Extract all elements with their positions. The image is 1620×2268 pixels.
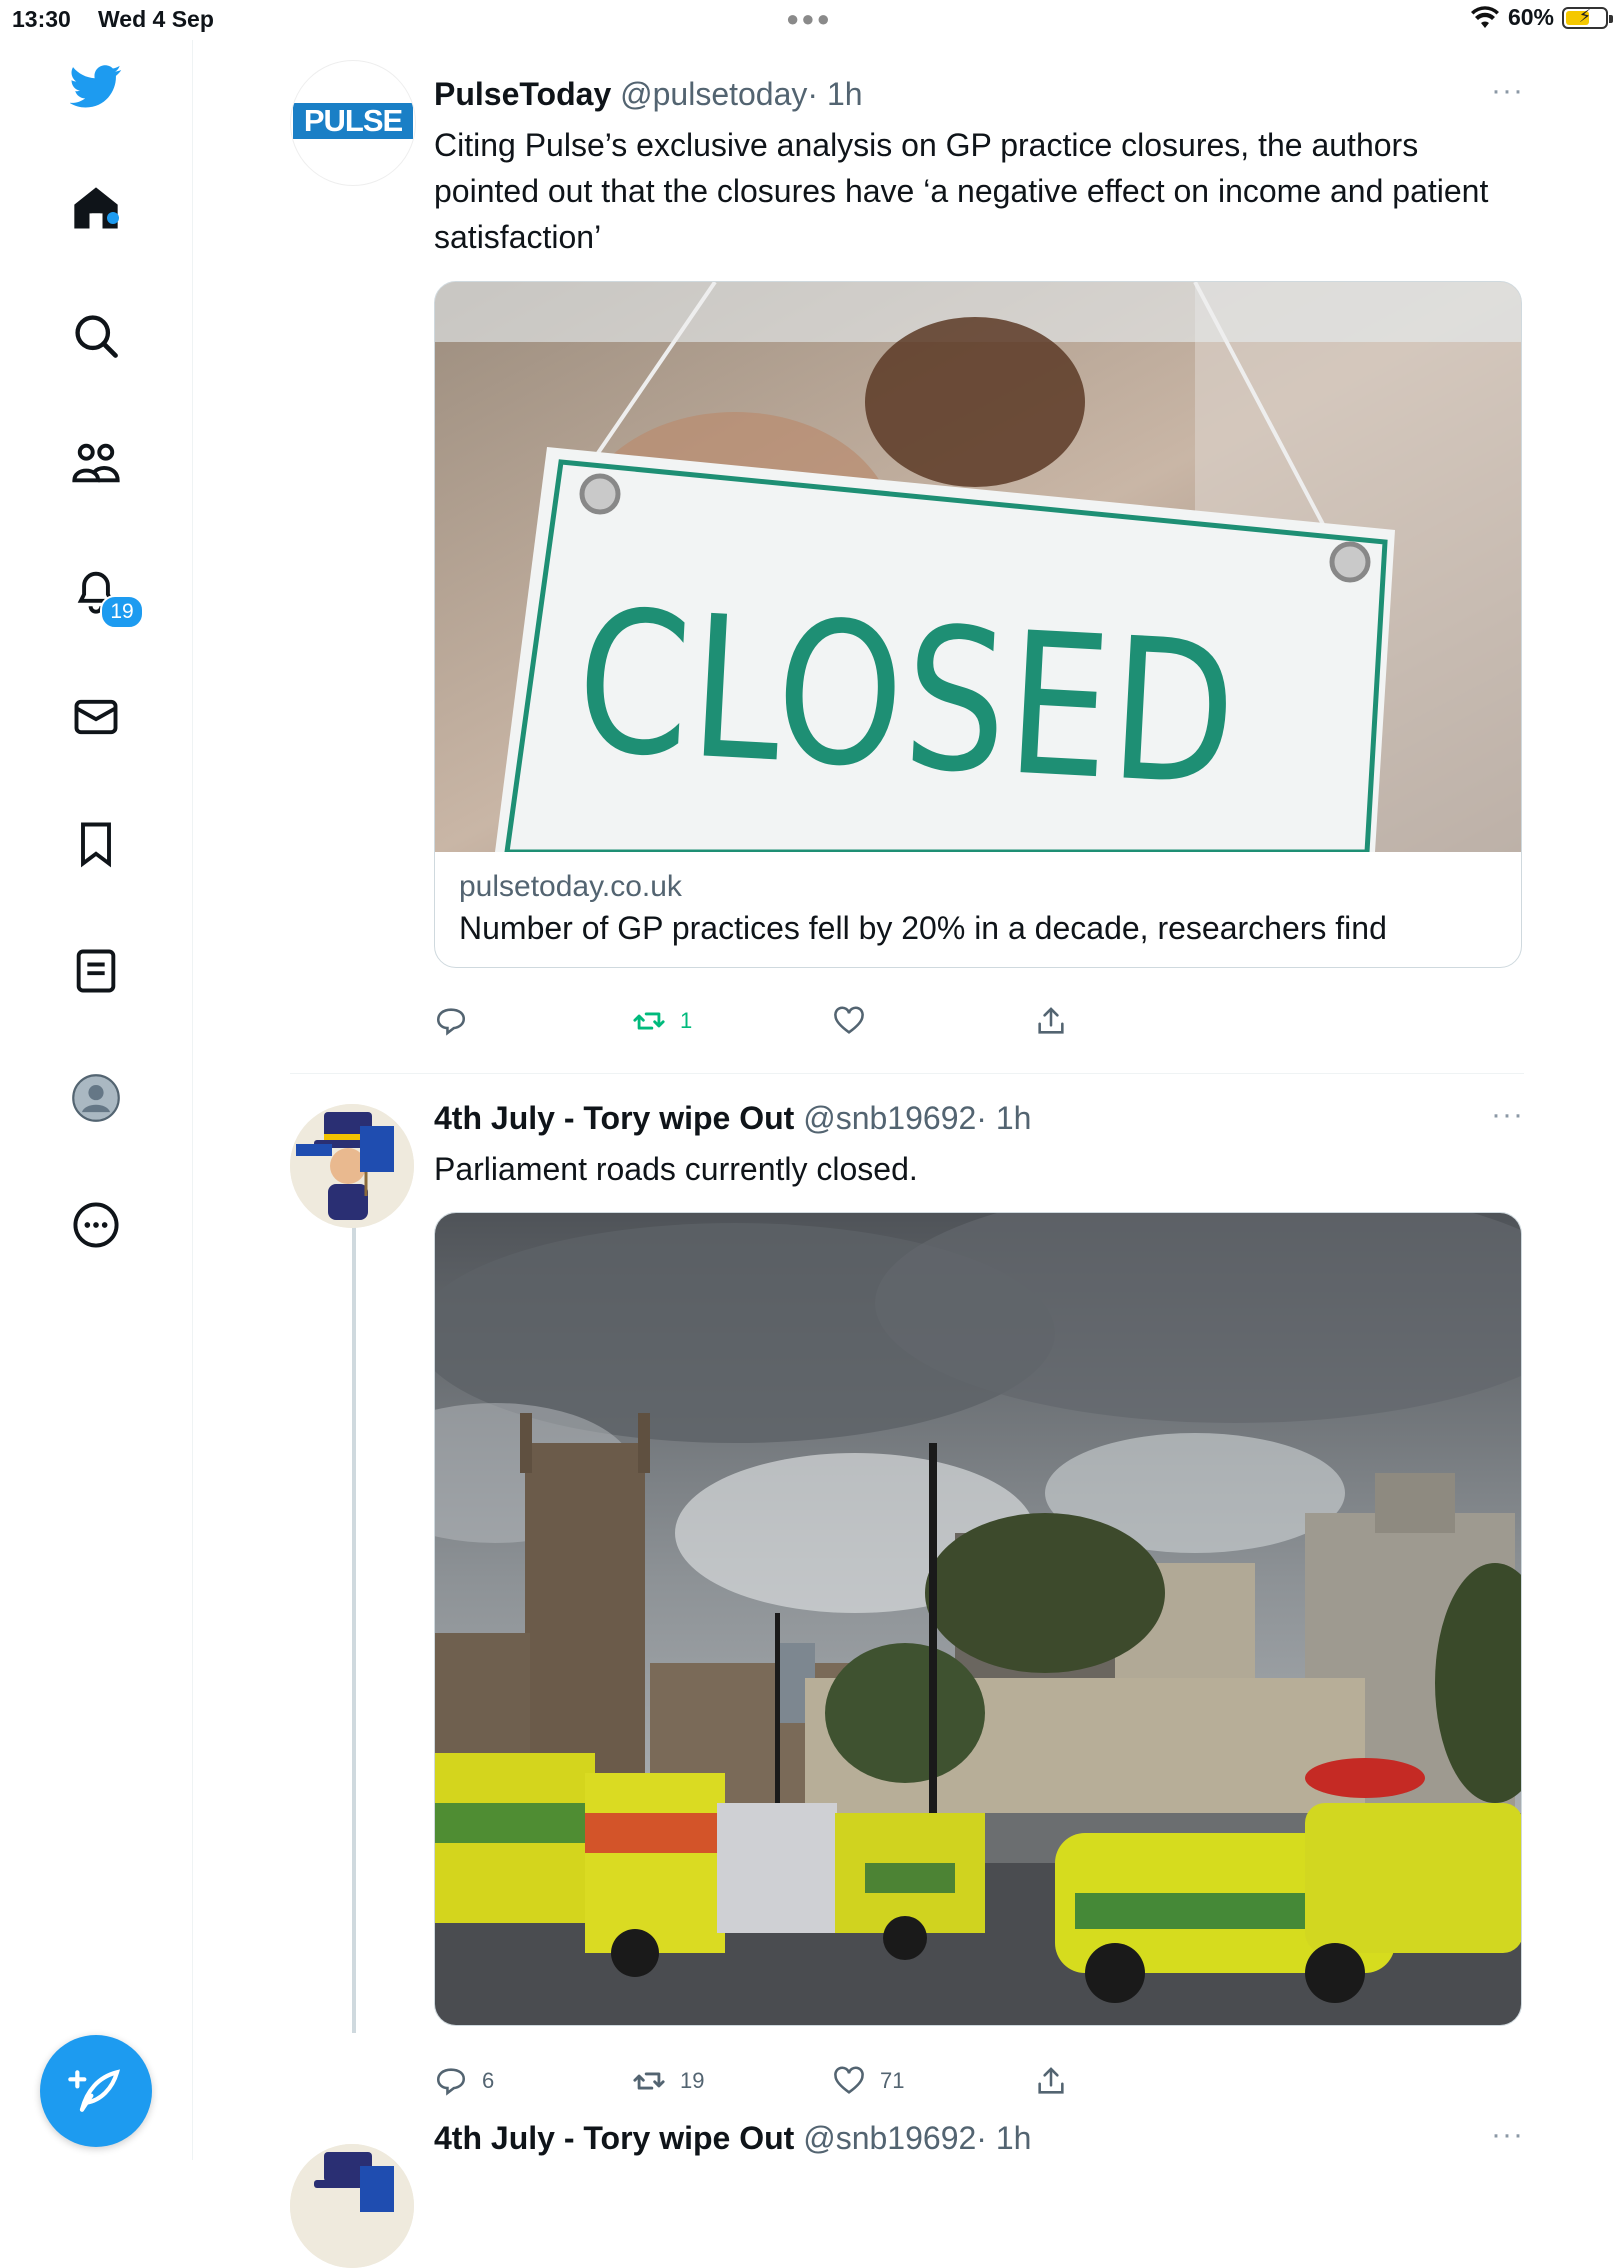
messages-envelope-icon[interactable] bbox=[70, 691, 122, 743]
like-count: 71 bbox=[880, 2068, 905, 2093]
reply-icon bbox=[436, 1008, 466, 1036]
tweet-pulsetoday[interactable]: PULSE PulseToday @pulsetoday· 1h ··· Cit… bbox=[290, 60, 1524, 1060]
retweet-button[interactable]: 1 bbox=[632, 1004, 692, 1038]
compose-tweet-button[interactable] bbox=[40, 2035, 152, 2147]
link-card-title: Number of GP practices fell by 20% in a … bbox=[459, 910, 1387, 946]
closed-sign-image: CLOSED bbox=[435, 282, 1521, 852]
communities-icon[interactable] bbox=[70, 437, 122, 489]
lists-icon[interactable] bbox=[70, 945, 122, 997]
avatar-cartoon-image bbox=[290, 1104, 414, 1228]
tweet-more-icon[interactable]: ··· bbox=[1491, 2118, 1524, 2152]
closed-sign-text: CLOSED bbox=[571, 568, 1243, 831]
tweet-snb19692[interactable]: 4th July - Tory wipe Out @snb19692· 1h ·… bbox=[290, 1064, 1524, 2100]
parliament-scene-image bbox=[435, 1213, 1521, 2025]
search-icon[interactable] bbox=[70, 310, 122, 362]
tweet-text: Citing Pulse’s exclusive analysis on GP … bbox=[434, 127, 1489, 255]
tweet-time: · 1h bbox=[976, 1100, 1032, 1136]
share-icon bbox=[1038, 1007, 1064, 1034]
retweet-count: 1 bbox=[680, 1008, 693, 1033]
multitasking-dots-icon[interactable]: ●●● bbox=[786, 6, 832, 32]
like-button[interactable] bbox=[832, 1004, 880, 1038]
retweet-count: 19 bbox=[680, 2068, 705, 2093]
bookmark-icon[interactable] bbox=[70, 818, 122, 870]
tweet-header: PulseToday @pulsetoday· 1h bbox=[434, 76, 863, 113]
tweet-actions: 6 19 71 bbox=[434, 2064, 1134, 2104]
author-handle[interactable]: @snb19692 bbox=[803, 2120, 976, 2156]
status-date: Wed 4 Sep bbox=[98, 6, 214, 32]
share-button[interactable] bbox=[1034, 2064, 1068, 2098]
timeline-feed: PULSE PulseToday @pulsetoday· 1h ··· Cit… bbox=[192, 40, 1620, 2268]
home-unread-dot bbox=[107, 212, 119, 224]
tweet-more-icon[interactable]: ··· bbox=[1491, 1098, 1524, 1132]
status-time: 13:30 bbox=[12, 6, 71, 32]
battery-percent: 60% bbox=[1507, 4, 1554, 30]
status-indicators: 60% ⚡ bbox=[1470, 4, 1613, 31]
notifications-badge: 19 bbox=[100, 595, 144, 629]
home-icon[interactable] bbox=[70, 183, 122, 235]
link-card-domain: pulsetoday.co.uk bbox=[459, 870, 682, 903]
tweet-header: 4th July - Tory wipe Out @snb19692· 1h bbox=[434, 2120, 1031, 2157]
link-card[interactable]: CLOSED pulsetoday.co.uk Number of GP pra… bbox=[434, 281, 1522, 968]
reply-icon bbox=[436, 2068, 466, 2096]
avatar-pulsetoday[interactable]: PULSE bbox=[290, 60, 416, 186]
tweet-photo-parliament[interactable] bbox=[434, 1212, 1522, 2026]
author-name[interactable]: PulseToday bbox=[434, 76, 611, 112]
like-button[interactable]: 71 bbox=[832, 2064, 904, 2098]
retweet-button[interactable]: 19 bbox=[632, 2064, 704, 2098]
more-circle-icon[interactable] bbox=[70, 1199, 122, 1251]
reply-button[interactable] bbox=[434, 1004, 482, 1038]
heart-icon bbox=[834, 2066, 864, 2094]
tweet-text: Parliament roads currently closed. bbox=[434, 1151, 918, 1187]
status-bar: 13:30 Wed 4 Sep ●●● 60% ⚡ bbox=[0, 0, 1620, 40]
wifi-icon bbox=[1470, 5, 1499, 28]
tweet-snb19692-reply[interactable]: 4th July - Tory wipe Out @snb19692· 1h ·… bbox=[290, 2104, 1524, 2268]
profile-avatar-icon[interactable] bbox=[70, 1072, 122, 1124]
reply-button[interactable]: 6 bbox=[434, 2064, 494, 2098]
twitter-logo-icon[interactable] bbox=[69, 60, 122, 112]
link-card-info[interactable]: pulsetoday.co.uk Number of GP practices … bbox=[459, 870, 1499, 947]
sidebar: 19 bbox=[0, 40, 193, 2160]
share-icon bbox=[1038, 2067, 1064, 2094]
author-name[interactable]: 4th July - Tory wipe Out bbox=[434, 2120, 794, 2156]
tweet-time: · 1h bbox=[976, 2120, 1032, 2156]
author-handle[interactable]: @snb19692 bbox=[803, 1100, 976, 1136]
retweet-icon bbox=[633, 1012, 665, 1030]
compose-feather-icon bbox=[68, 2069, 121, 2112]
author-handle[interactable]: @pulsetoday bbox=[620, 76, 807, 112]
avatar-cartoon-image bbox=[290, 2144, 414, 2268]
author-name[interactable]: 4th July - Tory wipe Out bbox=[434, 1100, 794, 1136]
pulse-logo: PULSE bbox=[293, 103, 413, 139]
reply-count: 6 bbox=[482, 2068, 495, 2093]
tweet-more-icon[interactable]: ··· bbox=[1491, 74, 1524, 108]
retweet-icon bbox=[633, 2072, 665, 2090]
tweet-header: 4th July - Tory wipe Out @snb19692· 1h bbox=[434, 1100, 1031, 1137]
tweet-time: · 1h bbox=[807, 76, 863, 112]
share-button[interactable] bbox=[1034, 1004, 1068, 1038]
avatar-snb19692[interactable] bbox=[290, 1104, 414, 1228]
battery-icon: ⚡ bbox=[1562, 6, 1613, 29]
heart-icon bbox=[834, 1006, 864, 1034]
tweet-actions: 1 bbox=[434, 1004, 1134, 1044]
avatar-snb19692[interactable] bbox=[290, 2144, 414, 2268]
